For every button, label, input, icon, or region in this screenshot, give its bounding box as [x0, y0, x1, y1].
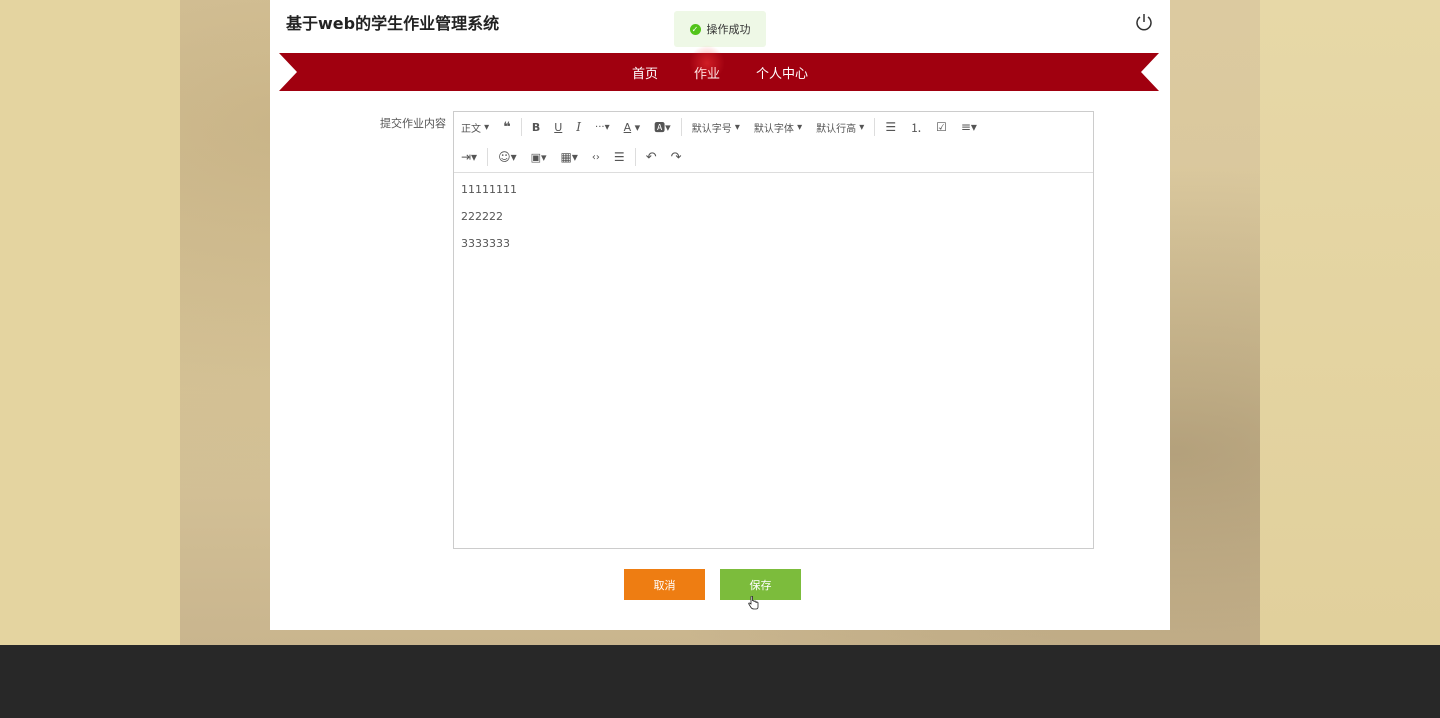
success-toast: ✓ 操作成功	[674, 11, 766, 47]
main-nav: 首页 作业 个人中心	[270, 53, 1170, 91]
toast-text: 操作成功	[706, 23, 751, 36]
content-line: 11111111	[461, 183, 517, 196]
background-color-icon[interactable]: 🅰▾	[647, 112, 678, 142]
toolbar-divider	[520, 118, 522, 136]
todo-checkbox-icon[interactable]: ☑	[929, 112, 954, 142]
toolbar-divider	[874, 118, 876, 136]
redo-icon[interactable]: ↷	[664, 142, 689, 172]
bold-icon[interactable]: B	[525, 112, 547, 142]
app-title: 基于web的学生作业管理系统	[286, 14, 500, 33]
content-label: 提交作业内容	[380, 117, 446, 130]
toolbar-divider	[487, 148, 489, 166]
toolbar-divider	[634, 148, 636, 166]
power-icon[interactable]	[1134, 12, 1154, 32]
underline-icon[interactable]: U	[547, 112, 569, 142]
image-icon[interactable]: ▣▾	[524, 142, 554, 172]
font-color-icon[interactable]: A ▾	[617, 112, 648, 142]
toolbar-divider	[680, 118, 682, 136]
paragraph-dropdown[interactable]: 正文 ▾	[454, 112, 496, 142]
rich-text-editor: 正文 ▾ ❝ B U I ···▾ A ▾ 🅰▾ 默认字号 ▾ 默认字体 ▾ 默…	[453, 111, 1094, 549]
bottom-bar	[0, 645, 1440, 718]
line-height-dropdown[interactable]: 默认行高 ▾	[809, 112, 871, 142]
more-icon[interactable]: ···▾	[588, 112, 617, 142]
font-size-dropdown[interactable]: 默认字号 ▾	[685, 112, 747, 142]
bulleted-list-icon[interactable]: ☰	[878, 112, 903, 142]
divider-line-icon[interactable]: ☰	[607, 142, 632, 172]
save-button[interactable]: 保存	[720, 569, 801, 600]
editor-content[interactable]: 11111111 222222 3333333	[454, 173, 1093, 274]
hand-cursor-icon	[748, 596, 759, 610]
undo-icon[interactable]: ↶	[639, 142, 664, 172]
nav-item-home[interactable]: 首页	[614, 63, 676, 82]
check-circle-icon: ✓	[689, 23, 701, 35]
content-line: 222222	[461, 210, 503, 223]
cancel-button[interactable]: 取消	[624, 569, 705, 600]
font-family-dropdown[interactable]: 默认字体 ▾	[747, 112, 809, 142]
italic-icon[interactable]: I	[569, 112, 588, 142]
align-icon[interactable]: ≡▾	[954, 112, 984, 142]
quote-icon[interactable]: ❝	[496, 112, 518, 142]
main-card: 基于web的学生作业管理系统 ✓ 操作成功 首页 作业 个人中心 提交作业内容 …	[270, 0, 1170, 630]
content-line: 3333333	[461, 237, 510, 250]
code-icon[interactable]: ‹›	[585, 142, 607, 172]
nav-item-homework[interactable]: 作业	[676, 63, 738, 82]
editor-toolbar: 正文 ▾ ❝ B U I ···▾ A ▾ 🅰▾ 默认字号 ▾ 默认字体 ▾ 默…	[454, 112, 1093, 173]
background-right	[1260, 0, 1440, 645]
table-icon[interactable]: ▦▾	[554, 142, 585, 172]
indent-icon[interactable]: ⇥▾	[454, 142, 484, 172]
numbered-list-icon[interactable]: ⒈	[903, 112, 929, 142]
nav-item-profile[interactable]: 个人中心	[738, 63, 826, 82]
emoji-icon[interactable]: ☺▾	[491, 142, 524, 172]
